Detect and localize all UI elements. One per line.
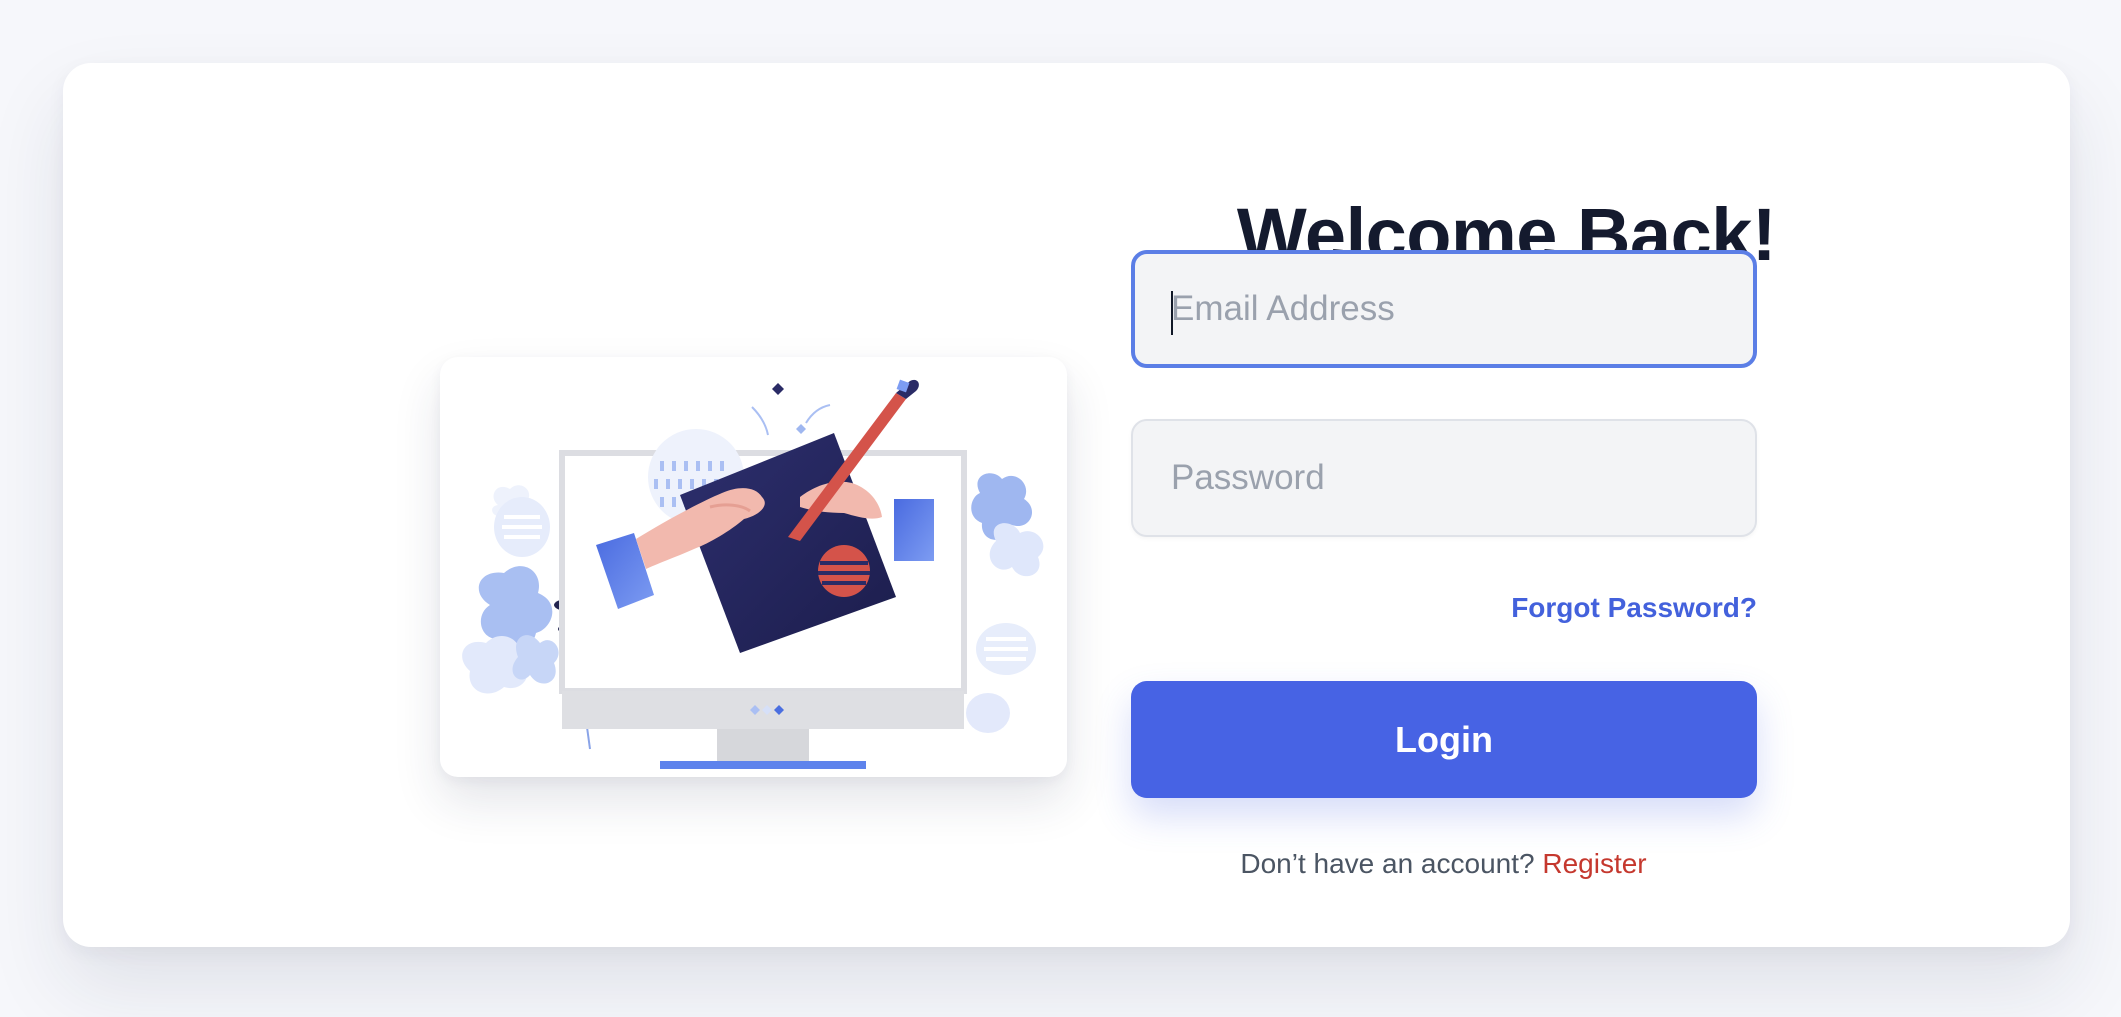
password-field[interactable] — [1131, 419, 1757, 537]
forgot-password-link[interactable]: Forgot Password? — [1131, 592, 1757, 624]
no-account-text: Don’t have an account? — [1240, 848, 1535, 879]
computer-drawing-illustration — [462, 379, 1044, 769]
text-cursor — [1171, 291, 1173, 335]
register-prompt: Don’t have an account? Register — [1130, 848, 1757, 880]
register-link[interactable]: Register — [1542, 848, 1646, 879]
login-button[interactable]: Login — [1131, 681, 1757, 798]
email-field[interactable] — [1131, 250, 1757, 368]
illustration-card — [440, 357, 1067, 777]
login-card: Welcome Back! — [63, 63, 2070, 947]
